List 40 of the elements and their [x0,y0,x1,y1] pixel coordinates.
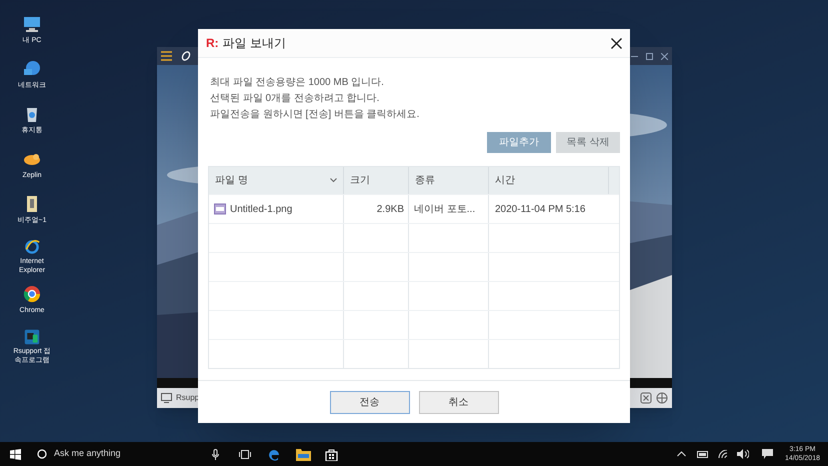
info-text: 최대 파일 전송용량은 1000 MB 입니다. [210,76,385,89]
image-file-icon [214,203,226,215]
chevron-up-icon[interactable] [676,451,686,457]
chrome-icon [22,284,42,304]
disconnect-icon[interactable] [640,392,652,404]
table-cell: 2.9KB [344,195,409,223]
browser-icon [22,239,42,255]
app-logo: R: [206,35,219,52]
volume-icon[interactable] [736,449,749,459]
cortana-icon [37,449,47,459]
windows-start-icon[interactable] [10,448,21,460]
column-header[interactable]: 크기 [344,167,409,194]
folder-icon[interactable] [296,448,311,460]
search-box[interactable]: Ask me anything [37,442,219,466]
remote-footer-label: Rsupp [176,392,200,404]
column-header[interactable]: 시간 [489,167,609,194]
computer-icon [22,14,42,34]
notification-icon[interactable] [762,449,773,459]
info-text: 파일전송을 원하시면 [전송] 버튼을 클릭하세요. [210,108,420,121]
wifi-icon[interactable] [718,450,728,458]
globe-icon[interactable] [656,392,668,404]
battery-icon[interactable] [696,450,709,458]
edge-icon[interactable] [267,447,281,461]
menu-icon[interactable] [161,51,172,61]
table-cell-text: 2020-11-04 PM 5:16 [494,202,586,216]
microphone-icon[interactable] [212,448,219,460]
remote-app-icon [22,329,42,345]
dialog-button[interactable]: 전송 [330,390,410,414]
column-header[interactable]: 파일 명 [209,167,344,194]
column-header[interactable]: 종류 [409,167,489,194]
maximize-icon[interactable] [646,52,653,60]
info-text: 선택된 파일 0개를 전송하려고 합니다. [210,92,380,105]
dialog-button[interactable]: 취소 [418,390,498,414]
store-icon[interactable] [325,448,338,460]
dialog-title: 파일 보내기 [222,35,286,52]
monitor-icon[interactable] [161,393,172,403]
close-icon[interactable] [611,38,622,48]
table-cell[interactable]: Untitled-1.png [209,195,344,223]
task-view-icon[interactable] [239,450,251,458]
table-cell: 네이버 포토... [409,195,489,223]
